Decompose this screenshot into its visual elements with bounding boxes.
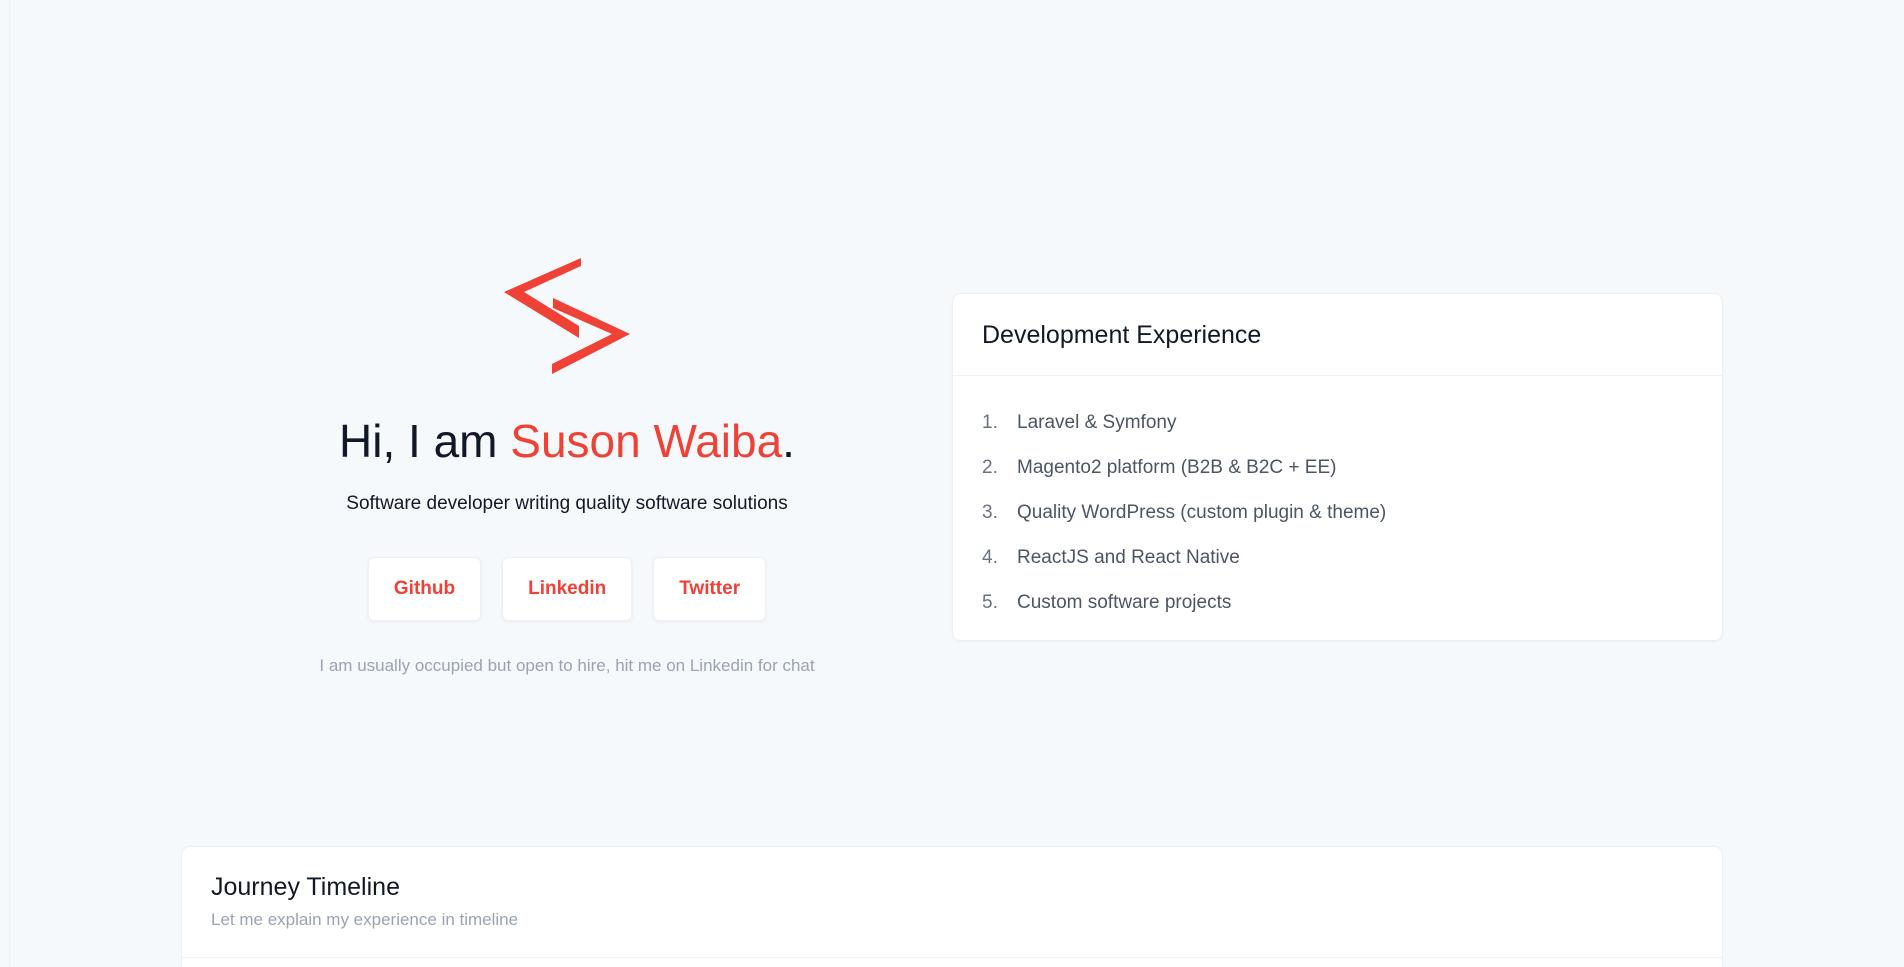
journey-card: Journey Timeline Let me explain my exper…	[181, 846, 1723, 967]
list-item-text: Laravel & Symfony	[1017, 412, 1177, 433]
experience-title: Development Experience	[953, 294, 1722, 376]
hire-note: I am usually occupied but open to hire, …	[319, 655, 815, 675]
experience-list: 1. Laravel & Symfony 2. Magento2 platform …	[953, 376, 1722, 625]
list-item: 3. Quality WordPress (custom plugin & the…	[982, 490, 1722, 535]
list-item-text: ReactJS and React Native	[1017, 547, 1240, 568]
linkedin-button[interactable]: Linkedin	[502, 556, 633, 621]
list-item: 4. ReactJS and React Native	[982, 535, 1722, 580]
page: Hi, I am Suson Waiba. Software developer…	[0, 0, 1904, 967]
code-brackets-logo-icon	[504, 258, 630, 374]
list-item-text: Magento2 platform (B2B & B2C + EE)	[1017, 457, 1337, 478]
hero-subtitle: Software developer writing quality softw…	[346, 492, 788, 514]
hero-section: Hi, I am Suson Waiba. Software developer…	[270, 258, 864, 693]
list-item: 2. Magento2 platform (B2B & B2C + EE)	[982, 445, 1722, 490]
greeting-text: Hi, I am	[339, 415, 511, 467]
list-item-number: 3.	[982, 502, 998, 523]
list-item: 5. Custom software projects	[982, 580, 1722, 625]
twitter-button[interactable]: Twitter	[653, 556, 767, 621]
journey-subtitle: Let me explain my experience in timeline	[211, 910, 519, 929]
author-name: Suson Waiba	[510, 415, 783, 467]
experience-card: Development Experience 1. Laravel & Symfo…	[952, 293, 1723, 641]
list-item-number: 4.	[982, 547, 998, 568]
github-button[interactable]: Github	[367, 556, 482, 621]
list-item-number: 1.	[982, 412, 998, 433]
list-item-text: Custom software projects	[1017, 592, 1232, 613]
page-title: Hi, I am Suson Waiba.	[270, 416, 864, 467]
list-item-number: 5.	[982, 592, 998, 613]
title-period: .	[782, 415, 795, 467]
list-item-text: Quality WordPress (custom plugin & theme…	[1017, 502, 1387, 523]
journey-title: Journey Timeline	[211, 873, 400, 901]
divider	[182, 957, 1722, 958]
list-item-number: 2.	[982, 457, 998, 478]
divider	[9, 0, 10, 967]
list-item: 1. Laravel & Symfony	[982, 400, 1722, 445]
social-links: Github Linkedin Twitter	[270, 556, 864, 621]
